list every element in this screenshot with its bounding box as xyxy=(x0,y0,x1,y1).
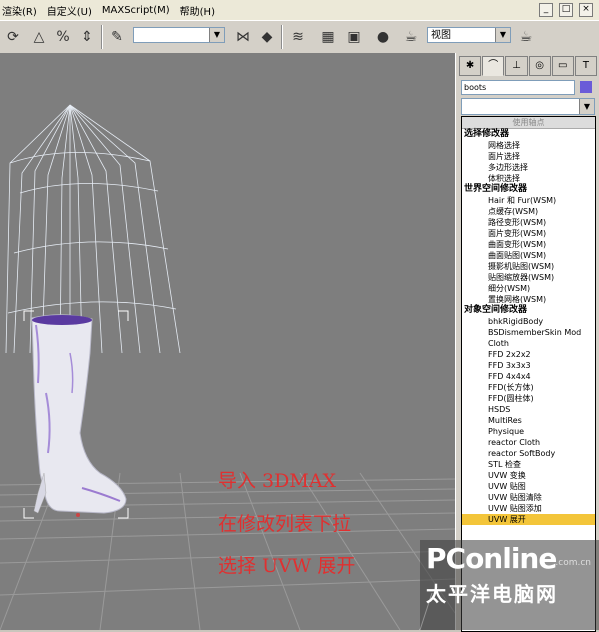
modifier-list-item[interactable]: 置换网格(WSM) xyxy=(462,294,595,305)
modifier-list-item[interactable]: 路径变形(WSM) xyxy=(462,217,595,228)
pivot-point xyxy=(76,513,80,517)
boot-model[interactable] xyxy=(31,314,127,514)
modifier-list-item[interactable]: reactor Cloth xyxy=(462,437,595,448)
chevron-down-icon: ▼ xyxy=(579,99,594,114)
modifier-list-item[interactable]: BSDismemberSkin Mod xyxy=(462,327,595,338)
render-viewport-dropdown[interactable]: 视图 ▼ xyxy=(427,27,511,43)
watermark-brand: PConline xyxy=(426,542,557,575)
menu-render[interactable]: 渲染(R) xyxy=(2,3,37,18)
modifier-group-header: 选择修改器 xyxy=(464,129,510,139)
modifier-list-item[interactable]: 点缓存(WSM) xyxy=(462,206,595,217)
annotation-line-1: 导入 3DMAX xyxy=(218,470,337,492)
watermark-chinese: 太平洋电脑网 xyxy=(426,582,558,606)
hierarchy-icon[interactable]: ⊥ xyxy=(505,56,528,76)
window-buttons: _ □ × xyxy=(539,0,599,20)
mirror-icon[interactable]: ⋈ xyxy=(232,26,254,48)
annotation-line-2: 在修改列表下拉 xyxy=(218,513,352,535)
modifier-list-item[interactable]: UVW 展开 xyxy=(462,514,595,525)
spinner-snap-icon[interactable]: ⇕ xyxy=(76,26,98,48)
layer-manager-icon[interactable]: ≋ xyxy=(287,26,309,48)
list-header[interactable]: 使用轴点 xyxy=(462,117,595,129)
modifier-group-header: 对象空间修改器 xyxy=(464,305,528,315)
modifier-list-body: 选择修改器 网格选择 面片选择 多边形选择 体积选择 世界空间修改器 Hair 和 Fur(… xyxy=(462,129,595,525)
modifier-list-item[interactable]: FFD(圆柱体) xyxy=(462,393,595,404)
edit-named-selection-icon[interactable]: ✎ xyxy=(106,26,128,48)
modifier-list-item[interactable]: UVW 贴图 xyxy=(462,481,595,492)
quick-render-icon[interactable]: ☕ xyxy=(515,26,537,48)
modifier-list-item[interactable]: reactor SoftBody xyxy=(462,448,595,459)
modifier-list-item[interactable]: 细分(WSM) xyxy=(462,283,595,294)
modifier-list-item[interactable]: 曲面变形(WSM) xyxy=(462,239,595,250)
create-icon[interactable]: ✱ xyxy=(459,56,482,76)
modifier-list-item[interactable]: 面片选择 xyxy=(462,151,595,162)
viewport-select-value: 视图 xyxy=(431,30,451,41)
modifier-list-item[interactable]: HSDS xyxy=(462,404,595,415)
chevron-down-icon: ▼ xyxy=(209,28,224,42)
align-icon[interactable]: ◆ xyxy=(256,26,278,48)
modifier-list-item[interactable]: UVW 贴图清除 xyxy=(462,492,595,503)
modifier-list-item[interactable]: 曲面贴图(WSM) xyxy=(462,250,595,261)
modifier-list-item[interactable]: FFD 2x2x2 xyxy=(462,349,595,360)
menu-help[interactable]: 帮助(H) xyxy=(180,3,215,18)
display-icon[interactable]: ▭ xyxy=(551,56,574,76)
modifier-list-item[interactable]: UVW 贴图添加 xyxy=(462,503,595,514)
object-color-swatch[interactable] xyxy=(580,81,592,93)
annotation-line-3: 选择 UVW 展开 xyxy=(218,555,356,577)
command-panel-tabs: ✱ ⌒ ⊥ ◎ ▭ T xyxy=(459,56,598,76)
viewport-scene xyxy=(0,104,455,630)
modifier-list-item[interactable]: STL 检查 xyxy=(462,459,595,470)
angle-snap-icon[interactable]: △ xyxy=(28,26,50,48)
modifier-list-dropdown[interactable]: ▼ xyxy=(461,98,595,115)
utilities-icon[interactable]: T xyxy=(574,56,598,76)
pconline-watermark: PConline .com.cn 太平洋电脑网 xyxy=(420,540,599,630)
maximize-button[interactable]: □ xyxy=(559,3,573,17)
percent-snap-icon[interactable]: % xyxy=(52,26,74,48)
modifier-list-item[interactable]: bhkRigidBody xyxy=(462,316,595,327)
minimize-button[interactable]: _ xyxy=(539,3,553,17)
modifier-list-item[interactable]: 体积选择 xyxy=(462,173,595,184)
curve-editor-icon[interactable]: ▦ xyxy=(317,26,339,48)
perspective-viewport[interactable]: 导入 3DMAX 在修改列表下拉 选择 UVW 展开 xyxy=(0,53,455,630)
modifier-list-item[interactable]: MultiRes xyxy=(462,415,595,426)
modify-icon[interactable]: ⌒ xyxy=(482,56,505,76)
menu-bar: 渲染(R) 自定义(U) MAXScript(M) 帮助(H) _ □ × xyxy=(0,0,599,20)
menu-customize[interactable]: 自定义(U) xyxy=(47,3,92,18)
modifier-group-header: 世界空间修改器 xyxy=(464,184,528,194)
close-button[interactable]: × xyxy=(579,3,593,17)
render-scene-icon[interactable]: ☕ xyxy=(400,26,422,48)
modifier-list-item[interactable]: FFD(长方体) xyxy=(462,382,595,393)
modifier-list-item[interactable]: UVW 变换 xyxy=(462,470,595,481)
modifier-list-item[interactable]: FFD 3x3x3 xyxy=(462,360,595,371)
modifier-list-item[interactable]: 网格选择 xyxy=(462,140,595,151)
modifier-list-item[interactable]: 贴图缩放器(WSM) xyxy=(462,272,595,283)
watermark-domain: .com.cn xyxy=(555,558,591,568)
main-toolbar: ⟳ △ % ⇕ ✎ ▼ ⋈ ◆ ≋ ▦ ▣ ● ☕ 视图 ▼ ☕ xyxy=(0,20,599,54)
modifier-list-item[interactable]: FFD 4x4x4 xyxy=(462,371,595,382)
motion-icon[interactable]: ◎ xyxy=(528,56,551,76)
named-selection-set-dropdown[interactable]: ▼ xyxy=(133,27,225,43)
modifier-list-item[interactable]: 摄影机贴图(WSM) xyxy=(462,261,595,272)
modifier-list-item[interactable]: Physique xyxy=(462,426,595,437)
modifier-list-item[interactable]: Hair 和 Fur(WSM) xyxy=(462,195,595,206)
snap-toggle-icon[interactable]: ⟳ xyxy=(2,26,24,48)
ffd-lattice-wireframe xyxy=(5,104,181,354)
material-editor-icon[interactable]: ● xyxy=(372,26,394,48)
chevron-down-icon: ▼ xyxy=(495,28,510,42)
object-name-field[interactable]: boots xyxy=(461,80,575,95)
modifier-list-item[interactable]: 多边形选择 xyxy=(462,162,595,173)
modifier-list-item[interactable]: 面片变形(WSM) xyxy=(462,228,595,239)
modifier-list-item[interactable]: Cloth xyxy=(462,338,595,349)
menu-maxscript[interactable]: MAXScript(M) xyxy=(102,5,170,16)
schematic-view-icon[interactable]: ▣ xyxy=(343,26,365,48)
